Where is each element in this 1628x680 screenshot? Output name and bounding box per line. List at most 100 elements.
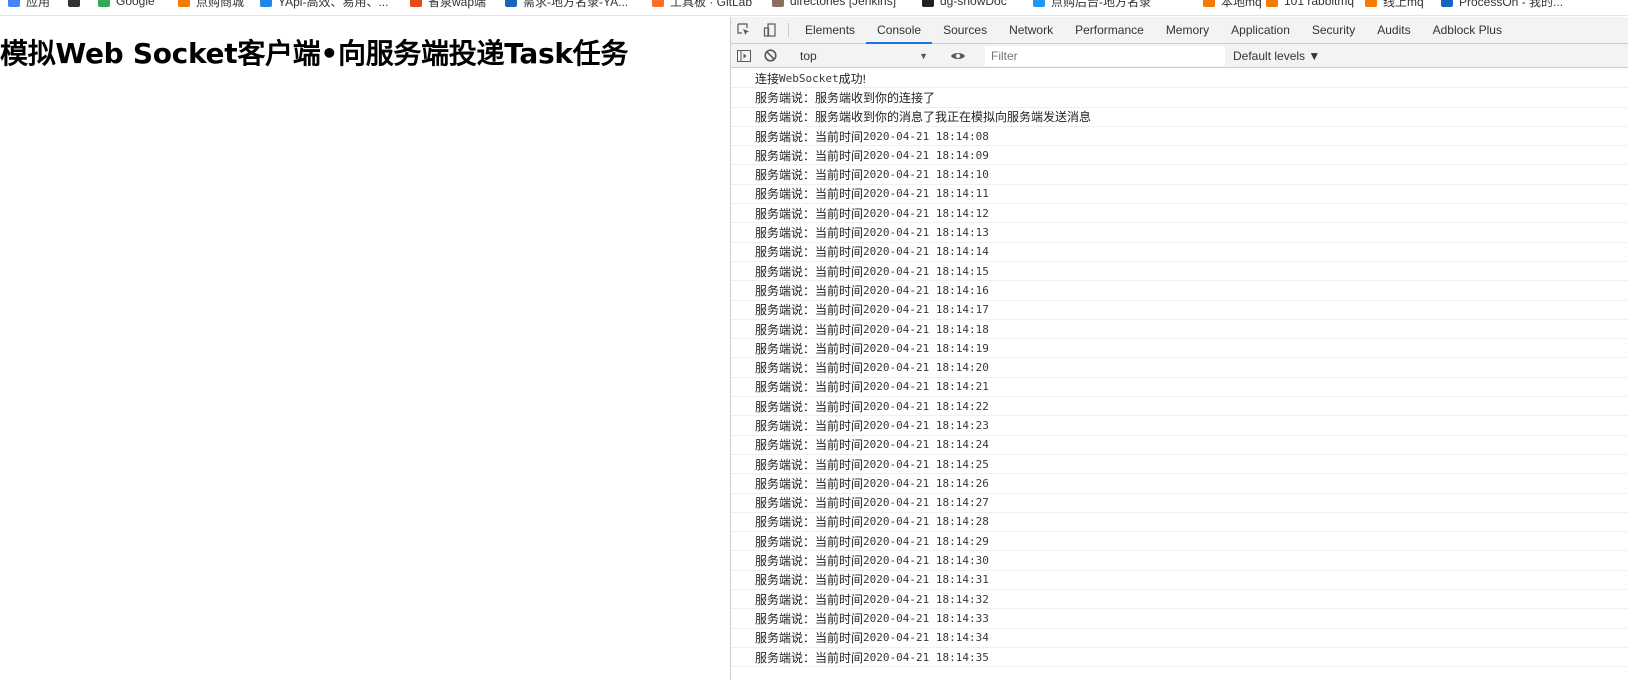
bookmark-item[interactable]: 省泉wap端 (410, 0, 486, 9)
message-mono: 2020-04-21 18:14:08 (863, 129, 989, 143)
bookmark-favicon-icon (1203, 0, 1215, 7)
bookmark-item[interactable]: 工具板 · GitLab (652, 0, 752, 9)
console-message: 服务端说：当前时间 2020-04-21 18:14:14 (731, 243, 1628, 262)
bookmark-item[interactable]: 点购商城 (178, 0, 244, 9)
tab-security[interactable]: Security (1301, 17, 1366, 43)
bookmark-item[interactable]: dg-showDoc (922, 0, 1007, 9)
console-message: 服务端说：当前时间 2020-04-21 18:14:16 (731, 281, 1628, 301)
message-mono: 2020-04-21 18:14:34 (863, 631, 989, 645)
bookmark-favicon-icon (68, 0, 80, 7)
message-prefix: 服务端说：当前时间 (755, 187, 864, 202)
bookmark-item[interactable]: YApi-高效、易用、... (260, 0, 388, 9)
tab-adblock-plus[interactable]: Adblock Plus (1422, 17, 1513, 43)
tab-performance[interactable]: Performance (1064, 17, 1155, 43)
divider (788, 23, 789, 37)
message-prefix: 服务端说：当前时间 (755, 361, 864, 376)
device-toolbar-icon[interactable] (757, 17, 783, 43)
tab-memory[interactable]: Memory (1155, 17, 1220, 43)
console-message: 服务端说：当前时间 2020-04-21 18:14:31 (731, 571, 1628, 591)
dropdown-arrow-icon: ▼ (919, 50, 928, 61)
message-prefix: 服务端说：当前时间 (755, 418, 864, 433)
bookmark-favicon-icon (1266, 0, 1278, 7)
bookmark-favicon-icon (505, 0, 517, 7)
message-mono: 2020-04-21 18:14:14 (863, 245, 989, 259)
message-mono: 2020-04-21 18:14:10 (863, 168, 989, 182)
console-message: 服务端说：当前时间 2020-04-21 18:14:13 (731, 223, 1628, 243)
sidebar-toggle-icon[interactable] (731, 49, 757, 62)
message-prefix: 服务端说：当前时间 (755, 341, 864, 356)
bookmark-favicon-icon (1365, 0, 1377, 7)
bookmark-item[interactable] (68, 0, 86, 9)
console-message: 服务端说：当前时间 2020-04-21 18:14:09 (731, 146, 1628, 166)
message-prefix: 服务端说：当前时间 (755, 245, 864, 260)
message-mono: 2020-04-21 18:14:19 (863, 341, 989, 355)
bookmark-item[interactable]: 点购后台-地方名录 (1033, 0, 1151, 9)
inspect-element-icon[interactable] (731, 17, 757, 43)
bookmark-favicon-icon (652, 0, 664, 7)
tab-application[interactable]: Application (1220, 17, 1301, 43)
message-prefix: 服务端说：当前时间 (755, 554, 864, 569)
filter-input[interactable] (985, 45, 1225, 66)
message-prefix: 服务端说：当前时间 (755, 399, 864, 414)
bookmark-item[interactable]: 需求-地方名录-YA... (505, 0, 628, 9)
bookmark-label: directories [Jenkins] (790, 0, 897, 8)
bookmark-label: YApi-高效、易用、... (278, 0, 389, 9)
message-mono: 2020-04-21 18:14:13 (863, 226, 989, 240)
bookmark-favicon-icon (8, 0, 20, 7)
console-message: 服务端说：服务端收到你的连接了 (731, 88, 1628, 108)
tab-console[interactable]: Console (866, 17, 933, 44)
bookmark-item[interactable]: Google (98, 0, 155, 9)
clear-console-icon[interactable] (757, 49, 783, 62)
bookmark-item[interactable]: 101 rabbitmq (1266, 0, 1354, 9)
bookmark-item[interactable]: ProcessOn - 我的... (1441, 0, 1563, 9)
console-message: 服务端说：当前时间 2020-04-21 18:14:20 (731, 358, 1628, 378)
message-mono: 2020-04-21 18:14:21 (863, 380, 989, 394)
message-mono: 2020-04-21 18:14:17 (863, 303, 989, 317)
tab-audits[interactable]: Audits (1366, 17, 1421, 43)
console-message: 服务端说：当前时间 2020-04-21 18:14:30 (731, 551, 1628, 571)
message-prefix: 服务端说：当前时间 (755, 650, 864, 665)
message-prefix: 服务端说：当前时间 (755, 303, 864, 318)
bookmark-label: ProcessOn - 我的... (1459, 0, 1564, 9)
bookmark-item[interactable]: 本地mq (1203, 0, 1262, 9)
tab-elements[interactable]: Elements (794, 17, 866, 43)
message-prefix: 服务端说：当前时间 (755, 476, 864, 491)
console-message: 服务端说：当前时间 2020-04-21 18:14:11 (731, 185, 1628, 205)
bookmark-favicon-icon (410, 0, 422, 7)
tab-network[interactable]: Network (998, 17, 1064, 43)
console-output: 连接 WebSocket 成功! 服务端说：服务端收到你的连接了 服务端说：服务端收到你… (731, 69, 1628, 680)
console-message: 服务端说：当前时间 2020-04-21 18:14:34 (731, 629, 1628, 648)
tab-sources[interactable]: Sources (932, 17, 998, 43)
console-message: 服务端说：当前时间 2020-04-21 18:14:32 (731, 590, 1628, 610)
bookmark-favicon-icon (772, 0, 784, 7)
context-selector[interactable]: top ▼ (794, 45, 934, 67)
message-mono: 2020-04-21 18:14:22 (863, 399, 989, 413)
eye-icon[interactable] (945, 51, 971, 61)
message-prefix: 服务端说：当前时间 (755, 496, 864, 511)
message-mono: 2020-04-21 18:14:25 (863, 457, 989, 471)
bookmark-item[interactable]: 应用 (8, 0, 50, 9)
message-prefix: 服务端说：当前时间 (755, 264, 864, 279)
message-prefix: 服务端说：当前时间 (755, 168, 864, 183)
message-mono: 2020-04-21 18:14:35 (863, 650, 989, 664)
message-mono: 2020-04-21 18:14:16 (863, 283, 989, 297)
console-message: 服务端说：当前时间 2020-04-21 18:14:10 (731, 165, 1628, 185)
message-prefix: 服务端说：当前时间 (755, 573, 864, 588)
console-toolbar: top ▼ Default levels ▼ (731, 44, 1628, 68)
console-message: 服务端说：当前时间 2020-04-21 18:14:33 (731, 609, 1628, 629)
bookmark-item[interactable]: 线上mq (1365, 0, 1424, 9)
console-message: 服务端说：当前时间 2020-04-21 18:14:24 (731, 436, 1628, 455)
bookmark-item[interactable]: directories [Jenkins] (772, 0, 896, 9)
devtools-tab-bar: Elements Console Sources Network Performance… (731, 17, 1628, 44)
page-title: 模拟Web Socket客户端•向服务端投递Task任务 (0, 37, 629, 70)
message-mono: 2020-04-21 18:14:12 (863, 206, 989, 220)
bookmark-favicon-icon (1441, 0, 1453, 7)
message-prefix: 服务端说：当前时间 (755, 611, 864, 626)
message-mono: 2020-04-21 18:14:30 (863, 554, 989, 568)
message-mono: 2020-04-21 18:14:29 (863, 534, 989, 548)
console-message: 服务端说：当前时间 2020-04-21 18:14:26 (731, 474, 1628, 494)
message-mono: 2020-04-21 18:14:24 (863, 438, 989, 452)
page-content: 模拟Web Socket客户端•向服务端投递Task任务 (0, 17, 730, 680)
log-levels-dropdown[interactable]: Default levels ▼ (1233, 49, 1320, 63)
message-mono: 2020-04-21 18:14:09 (863, 148, 989, 162)
